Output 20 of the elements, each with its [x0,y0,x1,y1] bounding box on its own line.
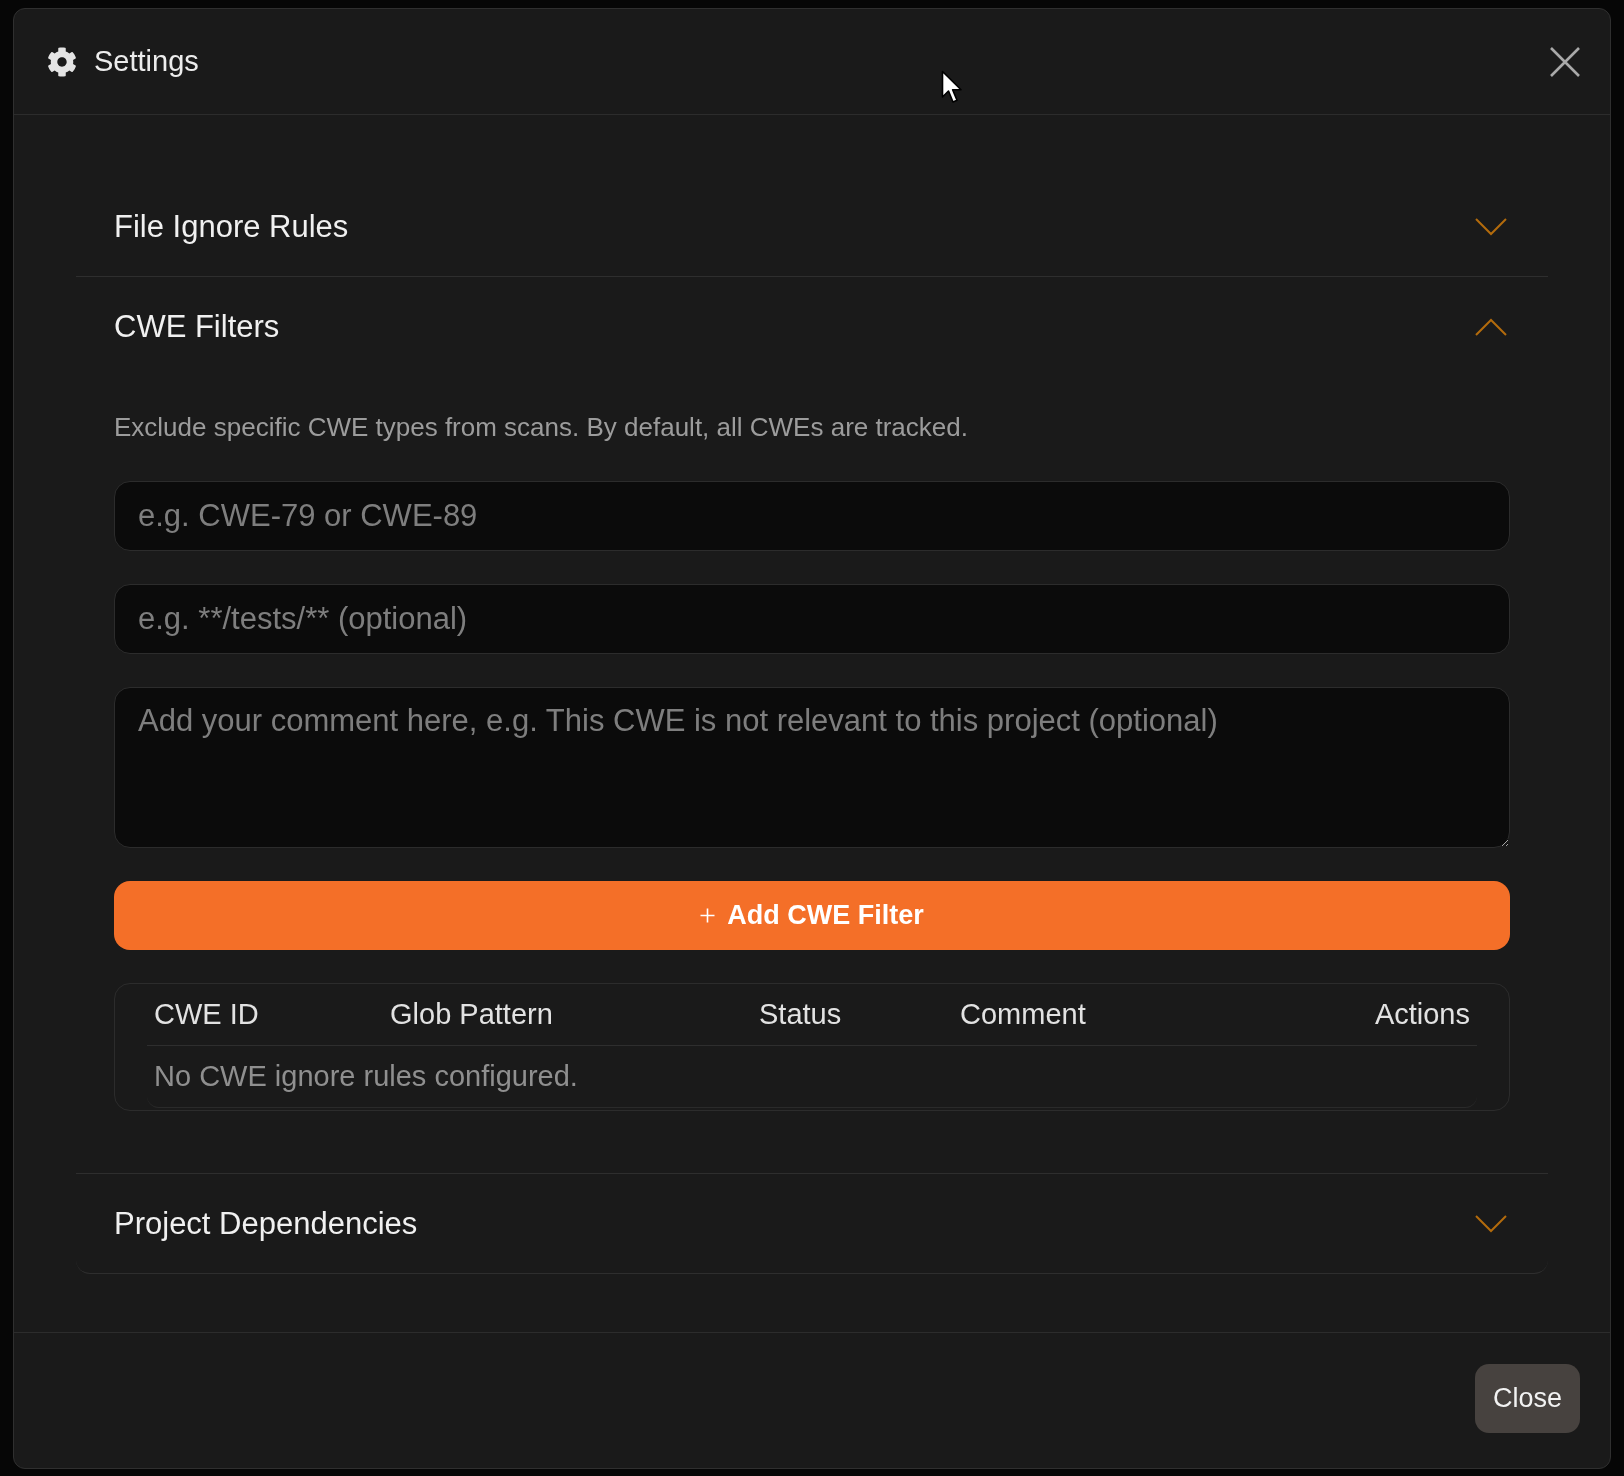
accordion-header[interactable]: CWE Filters [76,277,1548,376]
column-header: Comment [959,998,1087,1031]
close-dialog-button[interactable]: Close [1474,1364,1580,1433]
accordion-header[interactable]: File Ignore Rules [76,177,1548,276]
text-field[interactable]: e.g. **/tests/** (optional) [114,584,1510,654]
column-header: Status [758,998,843,1031]
close-icon [1549,45,1581,78]
column-header: CWE ID [153,998,260,1031]
accordion-header[interactable]: Project Dependencies [76,1174,1548,1273]
column-header: Actions [1373,998,1471,1031]
section-description: Exclude specific CWE types from scans. By default, all CWEs are tracked. [114,412,969,442]
column-header: Glob Pattern [389,998,554,1031]
gear-icon [47,46,77,77]
text-field[interactable]: e.g. CWE-79 or CWE-89 [114,481,1510,551]
comment-field[interactable]: Add your comment here, e.g. This CWE is not relevant to this project (optional) [114,687,1510,848]
mouse-pointer-icon [941,70,964,104]
dialog-title: Settings [94,45,199,78]
empty-table-message: No CWE ignore rules configured. [153,1060,579,1093]
plus-icon [700,908,716,923]
close-button[interactable] [1549,45,1581,78]
